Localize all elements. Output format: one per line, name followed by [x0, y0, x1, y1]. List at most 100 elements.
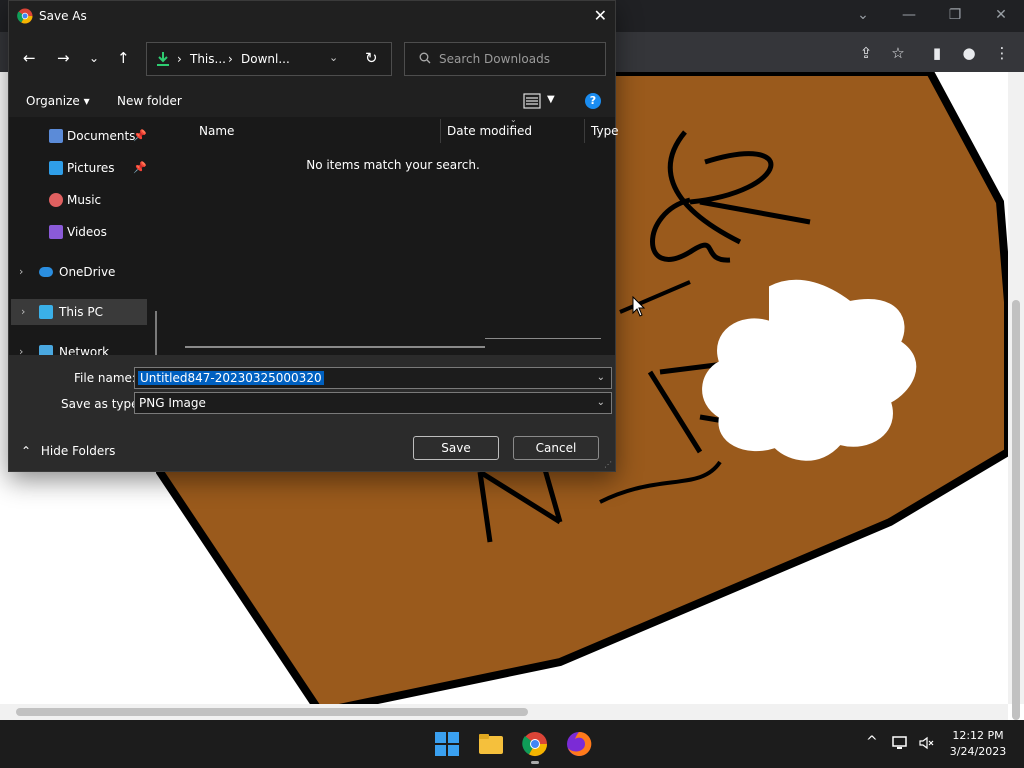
file-explorer-icon[interactable] — [477, 730, 505, 758]
address-bar[interactable]: › This... › Downl... ⌄ ↻ — [146, 42, 392, 76]
help-icon[interactable]: ? — [585, 93, 601, 109]
nav-pane-scrollbar[interactable] — [155, 311, 157, 355]
clock-date: 3/24/2023 — [949, 745, 1007, 758]
navigation-bar: ← → ⌄ ↑ › This... › Downl... ⌄ ↻ — [9, 33, 615, 85]
firefox-taskbar-icon[interactable] — [565, 730, 593, 758]
bookmark-star-icon[interactable]: ☆ — [885, 40, 911, 66]
address-dropdown-icon[interactable]: ⌄ — [329, 51, 338, 64]
this-pc-icon — [39, 305, 53, 319]
chevron-up-icon: ⌃ — [21, 444, 32, 458]
chrome-taskbar-icon[interactable] — [521, 730, 549, 758]
nav-item-label: OneDrive — [59, 265, 116, 279]
column-separator[interactable] — [440, 119, 441, 143]
nav-item-this-pc[interactable]: › This PC — [11, 299, 147, 325]
navigation-pane[interactable]: Documents 📌 Pictures 📌 Music Videos › On… — [9, 117, 165, 355]
breadcrumb-this-pc[interactable]: This... — [190, 52, 226, 66]
documents-icon — [49, 129, 63, 143]
clock-time: 12:12 PM — [952, 729, 1004, 742]
search-icon — [419, 52, 431, 64]
profile-icon[interactable]: ● — [956, 40, 982, 66]
file-list-pane[interactable]: Name ⌄ Date modified Type No items match… — [167, 115, 619, 355]
pictures-icon — [49, 161, 63, 175]
view-options-icon[interactable] — [523, 92, 541, 110]
close-window-button[interactable]: ✕ — [978, 4, 1024, 28]
breadcrumb-separator-icon: › — [177, 52, 182, 66]
forward-button[interactable]: → — [57, 49, 70, 67]
tray-overflow-icon[interactable]: ^ — [866, 734, 878, 750]
sort-caret-icon: ⌄ — [510, 115, 517, 124]
file-name-field[interactable]: Untitled847-20230325000320 ⌄ — [134, 367, 612, 389]
mouse-cursor-icon — [632, 296, 646, 317]
refresh-icon[interactable]: ↻ — [365, 49, 378, 67]
restore-button[interactable]: ❐ — [932, 4, 978, 28]
active-app-indicator — [531, 761, 539, 764]
cancel-button[interactable]: Cancel — [513, 436, 599, 460]
vertical-scrollbar[interactable] — [1008, 72, 1024, 720]
downloads-icon — [157, 52, 169, 66]
save-as-type-select[interactable]: PNG Image ⌄ — [134, 392, 612, 414]
search-input[interactable] — [439, 49, 599, 69]
videos-icon — [49, 225, 63, 239]
recent-locations-button[interactable]: ⌄ — [89, 51, 99, 65]
expand-chevron-icon[interactable]: › — [19, 345, 23, 355]
taskbar: ^ 12:12 PM 3/24/2023 — [0, 720, 1024, 768]
volume-muted-icon[interactable] — [918, 735, 934, 751]
save-as-type-label: Save as type: — [61, 397, 143, 411]
organize-button[interactable]: Organize ▾ — [26, 94, 90, 108]
empty-results-message: No items match your search. — [306, 158, 480, 172]
back-button[interactable]: ← — [23, 49, 36, 67]
dialog-title: Save As — [39, 9, 87, 23]
save-as-dialog: Save As ✕ ← → ⌄ ↑ › This... › Downl... ⌄… — [8, 0, 619, 472]
minimize-button[interactable]: — — [886, 4, 932, 28]
nav-item-documents[interactable]: Documents 📌 — [9, 123, 149, 149]
horizontal-scroll-thumb[interactable] — [16, 708, 528, 716]
file-name-label: File name: — [74, 371, 136, 385]
command-bar: Organize ▾ New folder ▼ ? — [9, 85, 615, 117]
nav-item-onedrive[interactable]: › OneDrive — [9, 259, 149, 285]
windows-start-icon[interactable] — [433, 730, 461, 758]
music-icon — [49, 193, 63, 207]
expand-chevron-icon[interactable]: › — [21, 305, 25, 318]
nav-item-music[interactable]: Music — [9, 187, 149, 213]
column-header-name[interactable]: Name — [199, 124, 234, 138]
dialog-title-bar: Save As ✕ — [9, 1, 615, 33]
onedrive-cloud-icon — [39, 267, 53, 277]
nav-item-label: This PC — [59, 305, 103, 319]
save-options-panel: File name: Untitled847-20230325000320 ⌄ … — [9, 355, 615, 471]
search-box[interactable] — [404, 42, 606, 76]
file-list-scrollbar[interactable] — [185, 346, 485, 348]
save-button[interactable]: Save — [413, 436, 499, 460]
nav-item-label: Music — [67, 193, 102, 207]
tab-search-button[interactable]: ⌄ — [840, 4, 886, 28]
file-name-dropdown-icon[interactable]: ⌄ — [597, 372, 605, 383]
up-button[interactable]: ↑ — [117, 49, 130, 67]
column-separator[interactable] — [584, 119, 585, 143]
view-dropdown-icon[interactable]: ▼ — [547, 94, 555, 105]
pin-icon: 📌 — [133, 129, 147, 142]
side-panel-icon[interactable]: ▮ — [924, 40, 950, 66]
nav-item-network[interactable]: › Network — [9, 339, 149, 355]
save-type-dropdown-icon[interactable]: ⌄ — [597, 397, 605, 408]
nav-item-videos[interactable]: Videos — [9, 219, 149, 245]
save-as-type-value: PNG Image — [139, 396, 206, 410]
expand-chevron-icon[interactable]: › — [19, 265, 23, 278]
nav-item-label: Network — [59, 345, 110, 355]
file-name-value[interactable]: Untitled847-20230325000320 — [138, 371, 324, 385]
file-list-divider — [485, 338, 601, 339]
browser-menu-icon[interactable]: ⋮ — [989, 40, 1015, 66]
network-icon — [39, 345, 53, 355]
resize-grip-icon[interactable]: ⋰ — [604, 460, 612, 469]
column-header-date-modified[interactable]: Date modified — [447, 124, 532, 138]
nav-item-pictures[interactable]: Pictures 📌 — [9, 155, 149, 181]
breadcrumb-separator-icon: › — [228, 52, 233, 66]
share-icon[interactable]: ⇪ — [853, 40, 879, 66]
column-header-type[interactable]: Type — [591, 124, 619, 138]
horizontal-scrollbar[interactable] — [0, 704, 1008, 720]
breadcrumb-downloads[interactable]: Downl... — [241, 52, 290, 66]
dialog-close-button[interactable]: ✕ — [594, 6, 607, 25]
hide-folders-button[interactable]: ⌃ Hide Folders — [21, 444, 115, 458]
network-icon[interactable] — [892, 735, 910, 751]
system-clock[interactable]: 12:12 PM 3/24/2023 — [940, 728, 1016, 760]
new-folder-button[interactable]: New folder — [117, 94, 182, 108]
vertical-scroll-thumb[interactable] — [1012, 300, 1020, 720]
